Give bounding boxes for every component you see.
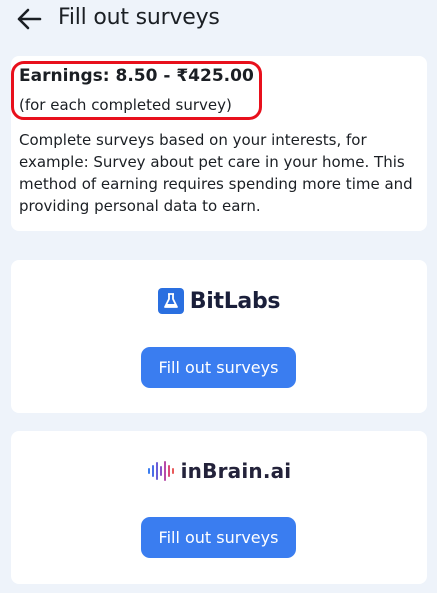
earnings-note: (for each completed survey): [19, 96, 232, 114]
earnings-info-card: Earnings: 8.50 - ₹425.00 (for each compl…: [11, 56, 427, 231]
app-header: Fill out surveys: [0, 0, 437, 48]
earnings-range: Earnings: 8.50 - ₹425.00: [19, 66, 254, 86]
survey-description: Complete surveys based on your interests…: [19, 131, 413, 215]
waveform-icon: [147, 460, 177, 482]
page-title: Fill out surveys: [58, 5, 220, 30]
bitlabs-logo: BitLabs: [11, 288, 427, 314]
provider-card-inbrain: inBrain.ai Fill out surveys: [11, 431, 427, 584]
inbrain-logo-text: inBrain.ai: [180, 459, 292, 483]
fill-out-surveys-button-bitlabs[interactable]: Fill out surveys: [141, 347, 296, 388]
bitlabs-logo-text: BitLabs: [189, 288, 281, 314]
fill-out-surveys-button-inbrain[interactable]: Fill out surveys: [141, 517, 296, 558]
flask-icon: [157, 288, 184, 314]
provider-card-bitlabs: BitLabs Fill out surveys: [11, 260, 427, 413]
inbrain-logo: inBrain.ai: [11, 459, 427, 483]
back-button[interactable]: [12, 6, 46, 36]
arrow-left-icon: [16, 8, 42, 34]
